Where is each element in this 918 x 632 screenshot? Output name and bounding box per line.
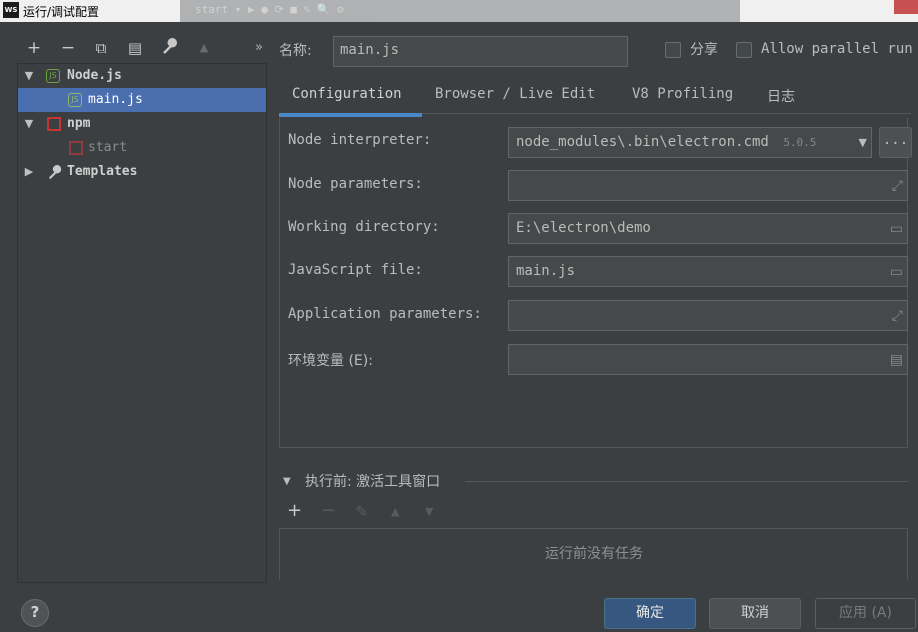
- tree-node-npm[interactable]: ▼ npm: [18, 112, 266, 136]
- tree-node-label: npm: [67, 116, 91, 131]
- chevron-down-icon[interactable]: ▼: [22, 64, 36, 88]
- cancel-button[interactable]: 取消: [709, 598, 801, 629]
- javascript-file-value: main.js: [516, 263, 576, 279]
- application-parameters-label: Application parameters:: [288, 306, 482, 322]
- env-vars-label: 环境变量 (E):: [288, 353, 373, 369]
- ok-button[interactable]: 确定: [604, 598, 696, 629]
- copy-configuration-button[interactable]: ⧉: [91, 38, 111, 58]
- application-parameters-input[interactable]: ⤢: [508, 300, 908, 331]
- tree-node-templates[interactable]: ▶ Templates: [18, 160, 266, 184]
- node-interpreter-select[interactable]: node_modules\.bin\electron.cmd 5.0.5 ▼: [508, 127, 872, 158]
- name-label: 名称:: [279, 43, 312, 59]
- working-directory-input[interactable]: E:\electron\demo ▭: [508, 213, 908, 244]
- nodejs-icon: JS: [46, 69, 60, 83]
- wrench-icon: [47, 165, 62, 180]
- chevron-down-icon[interactable]: ▼: [22, 112, 36, 136]
- save-configuration-button[interactable]: ▤: [125, 38, 145, 58]
- folder-icon[interactable]: ▭: [890, 221, 903, 237]
- move-task-down-button[interactable]: ▼: [425, 505, 433, 518]
- tab-configuration[interactable]: Configuration: [292, 86, 402, 102]
- node-interpreter-label: Node interpreter:: [288, 132, 432, 148]
- help-button[interactable]: ?: [21, 599, 49, 627]
- add-task-button[interactable]: +: [287, 500, 302, 521]
- edit-task-button[interactable]: ✎: [355, 502, 368, 521]
- background-ide-toolbar: start ▾ ▶ ● ⟳ ■ ✎ 🔍 ⚙: [180, 0, 740, 22]
- move-up-button[interactable]: ▲: [194, 38, 214, 58]
- npm-icon: [69, 141, 83, 155]
- working-directory-label: Working directory:: [288, 219, 440, 235]
- remove-task-button[interactable]: −: [321, 500, 336, 521]
- expand-icon[interactable]: ⤢: [892, 178, 903, 194]
- tree-node-label: Node.js: [67, 68, 122, 83]
- tree-node-label: Templates: [67, 164, 138, 179]
- chevron-right-icon[interactable]: ▶: [22, 160, 36, 184]
- allow-parallel-checkbox[interactable]: [736, 42, 752, 58]
- share-label: 分享: [690, 42, 718, 58]
- tree-node-start[interactable]: start: [18, 136, 266, 160]
- before-launch-title: 执行前: 激活工具窗口: [305, 474, 441, 490]
- node-version: 5.0.5: [783, 136, 817, 149]
- document-icon[interactable]: ▤: [890, 352, 903, 368]
- tree-node-main-js[interactable]: JS main.js: [18, 88, 266, 112]
- env-vars-input[interactable]: ▤: [508, 344, 908, 375]
- remove-configuration-button[interactable]: −: [58, 38, 78, 58]
- node-interpreter-value: node_modules\.bin\electron.cmd: [516, 134, 769, 150]
- name-input[interactable]: main.js: [333, 36, 628, 67]
- node-parameters-label: Node parameters:: [288, 176, 423, 192]
- chevron-down-icon[interactable]: ▼: [859, 136, 867, 149]
- tree-node-nodejs[interactable]: ▼ JS Node.js: [18, 64, 266, 88]
- add-configuration-button[interactable]: +: [24, 38, 44, 58]
- tree-node-label: main.js: [88, 92, 143, 107]
- apply-button[interactable]: 应用 (A): [815, 598, 916, 629]
- empty-task-text: 运行前没有任务: [545, 546, 643, 562]
- expand-icon[interactable]: ⤢: [892, 308, 903, 324]
- allow-parallel-label: Allow parallel run: [761, 41, 913, 57]
- browse-interpreter-button[interactable]: ...: [879, 127, 912, 158]
- before-launch-divider: [465, 481, 908, 482]
- folder-icon[interactable]: ▭: [890, 264, 903, 280]
- javascript-file-input[interactable]: main.js ▭: [508, 256, 908, 287]
- wrench-icon[interactable]: [160, 38, 180, 58]
- share-checkbox[interactable]: [665, 42, 681, 58]
- tab-v8-profiling[interactable]: V8 Profiling: [632, 86, 733, 102]
- configuration-tree: ▼ JS Node.js JS main.js ▼ npm start ▶ Te…: [17, 63, 267, 583]
- npm-icon: [47, 117, 61, 131]
- nodejs-icon: JS: [68, 93, 82, 107]
- active-tab-underline: [279, 113, 422, 117]
- tree-node-label: start: [88, 140, 128, 155]
- window-title: 运行/调试配置: [23, 5, 100, 19]
- tab-log[interactable]: 日志: [767, 86, 795, 106]
- window-close-button[interactable]: [894, 0, 918, 14]
- more-chevron-icon[interactable]: »: [249, 38, 269, 58]
- webstorm-app-icon: WS: [3, 2, 19, 18]
- chevron-down-icon[interactable]: ▼: [283, 476, 291, 487]
- javascript-file-label: JavaScript file:: [288, 262, 423, 278]
- working-directory-value: E:\electron\demo: [516, 220, 651, 236]
- node-parameters-input[interactable]: ⤢: [508, 170, 908, 201]
- tab-browser-live-edit[interactable]: Browser / Live Edit: [435, 86, 595, 102]
- move-task-up-button[interactable]: ▲: [391, 505, 399, 518]
